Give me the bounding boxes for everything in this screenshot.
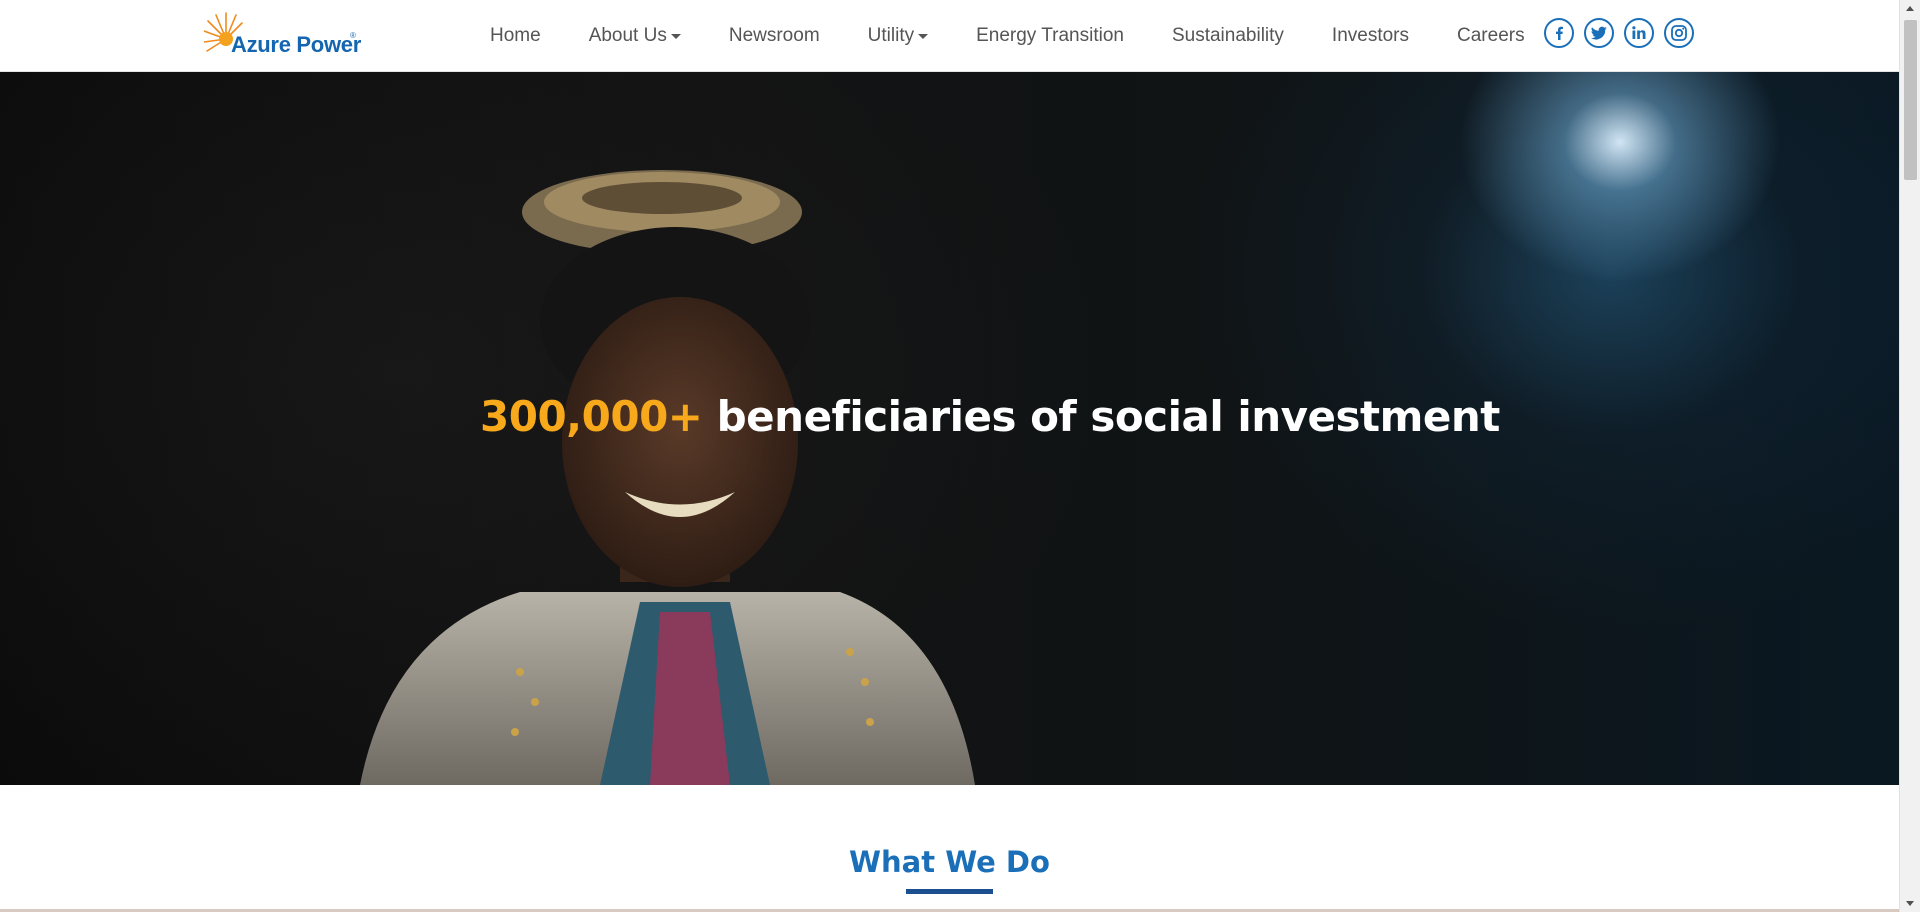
what-we-do-section: What We Do (0, 785, 1899, 912)
caret-down-icon (670, 34, 681, 39)
nav-item-label: Energy Transition (976, 25, 1124, 46)
nav-item-utility[interactable]: Utility (844, 25, 952, 47)
nav-item-sustainability[interactable]: Sustainability (1148, 25, 1308, 47)
social-links (1544, 18, 1694, 48)
instagram-icon[interactable] (1664, 18, 1694, 48)
nav-item-home[interactable]: Home (466, 25, 565, 47)
nav-item-label: Investors (1331, 25, 1410, 46)
linkedin-icon[interactable] (1624, 18, 1654, 48)
navbar: Azure Power ® Home About Us Newsroom Utilit… (0, 0, 1899, 72)
caret-down-icon (918, 34, 929, 39)
logo-registered-mark: ® (350, 31, 356, 40)
nav-item-label: Newsroom (728, 25, 820, 46)
nav-item-label: Home (490, 25, 541, 46)
logo[interactable]: Azure Power ® (204, 9, 364, 63)
nav-item-investors[interactable]: Investors (1308, 25, 1433, 47)
hero-highlight-number: 300,000+ (480, 392, 703, 441)
section-title: What We Do (849, 845, 1050, 879)
vertical-scrollbar[interactable] (1899, 0, 1920, 912)
nav-item-about-us[interactable]: About Us (565, 25, 705, 47)
nav-item-energy-transition[interactable]: Energy Transition (952, 25, 1148, 47)
nav-item-careers[interactable]: Careers (1433, 25, 1549, 47)
nav-item-label: About Us (588, 25, 667, 46)
scroll-down-arrow-icon[interactable] (1906, 901, 1914, 906)
scroll-up-arrow-icon[interactable] (1906, 6, 1914, 11)
hero-banner: 300,000+ beneficiaries of social investm… (0, 72, 1899, 785)
title-underline (906, 889, 993, 894)
nav-item-newsroom[interactable]: Newsroom (705, 25, 844, 47)
nav-item-label: Sustainability (1171, 25, 1284, 46)
nav-item-label: Utility (867, 25, 915, 46)
facebook-icon[interactable] (1544, 18, 1574, 48)
hero-heading-text: beneficiaries of social investment (702, 392, 1501, 441)
logo-text: Azure Power (231, 32, 361, 57)
scroll-thumb[interactable] (1904, 20, 1917, 180)
nav-item-label: Careers (1457, 25, 1525, 46)
main-nav: Home About Us Newsroom Utility Energy Transi… (466, 0, 1549, 72)
hero-heading: 300,000+ beneficiaries of social investm… (480, 392, 1500, 441)
page: Azure Power ® Home About Us Newsroom Utilit… (0, 0, 1920, 912)
twitter-icon[interactable] (1584, 18, 1614, 48)
